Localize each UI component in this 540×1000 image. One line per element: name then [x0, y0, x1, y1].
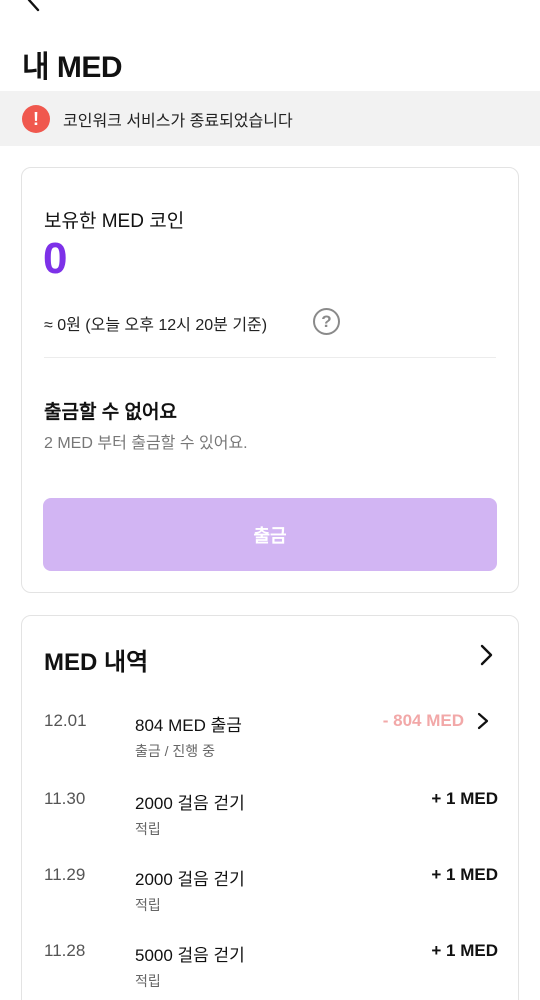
back-chevron-icon[interactable]	[20, 0, 48, 14]
history-item-title: 804 MED 출금	[135, 716, 242, 735]
history-title: MED 내역	[44, 649, 149, 676]
history-row[interactable]: 11.30 2000 걸음 걷기 적립 + 1 MED	[22, 789, 520, 859]
divider	[44, 357, 496, 358]
history-amount: - 804 MED	[382, 711, 464, 730]
balance-card: 보유한 MED 코인 0 ≈ 0원 (오늘 오후 12시 20분 기준) ? 출…	[21, 167, 519, 593]
history-item-sub: 출금 / 진행 중	[135, 743, 215, 759]
exchange-rate-text: ≈ 0원 (오늘 오후 12시 20분 기준)	[44, 317, 268, 334]
withdraw-status-title: 출금할 수 없어요	[44, 402, 177, 423]
history-more-chevron-icon[interactable]	[474, 642, 498, 668]
history-row[interactable]: 11.29 2000 걸음 걷기 적립 + 1 MED	[22, 865, 520, 935]
withdraw-status-subtitle: 2 MED 부터 출금할 수 있어요.	[44, 435, 248, 452]
question-icon[interactable]: ?	[313, 308, 340, 335]
my-med-page: 내 MED ! 코인워크 서비스가 종료되었습니다 보유한 MED 코인 0 ≈…	[0, 0, 540, 1000]
page-title: 내 MED	[22, 51, 123, 84]
history-item-title: 2000 걸음 걷기	[135, 870, 245, 889]
history-card: MED 내역 12.01 804 MED 출금 출금 / 진행 중 - 804 …	[21, 615, 519, 1000]
history-date: 11.28	[44, 941, 86, 960]
history-date: 11.29	[44, 865, 86, 884]
history-amount: + 1 MED	[431, 789, 498, 808]
history-item-sub: 적립	[135, 897, 161, 913]
balance-label: 보유한 MED 코인	[44, 211, 185, 232]
history-row[interactable]: 12.01 804 MED 출금 출금 / 진행 중 - 804 MED	[22, 711, 520, 781]
history-amount: + 1 MED	[431, 941, 498, 960]
history-item-sub: 적립	[135, 821, 161, 837]
withdraw-button[interactable]: 출금	[43, 498, 497, 571]
alert-icon: !	[22, 104, 50, 133]
history-amount: + 1 MED	[431, 865, 498, 884]
history-item-sub: 적립	[135, 973, 161, 989]
service-end-notice: ! 코인워크 서비스가 종료되었습니다	[0, 91, 540, 146]
history-item-title: 5000 걸음 걷기	[135, 946, 245, 965]
history-item-title: 2000 걸음 걷기	[135, 794, 245, 813]
history-date: 12.01	[44, 711, 87, 730]
notice-text: 코인워크 서비스가 종료되었습니다	[63, 112, 293, 130]
row-chevron-icon[interactable]	[474, 711, 492, 731]
balance-value: 0	[43, 234, 68, 283]
history-row[interactable]: 11.28 5000 걸음 걷기 적립 + 1 MED	[22, 941, 520, 1000]
history-date: 11.30	[44, 789, 86, 808]
